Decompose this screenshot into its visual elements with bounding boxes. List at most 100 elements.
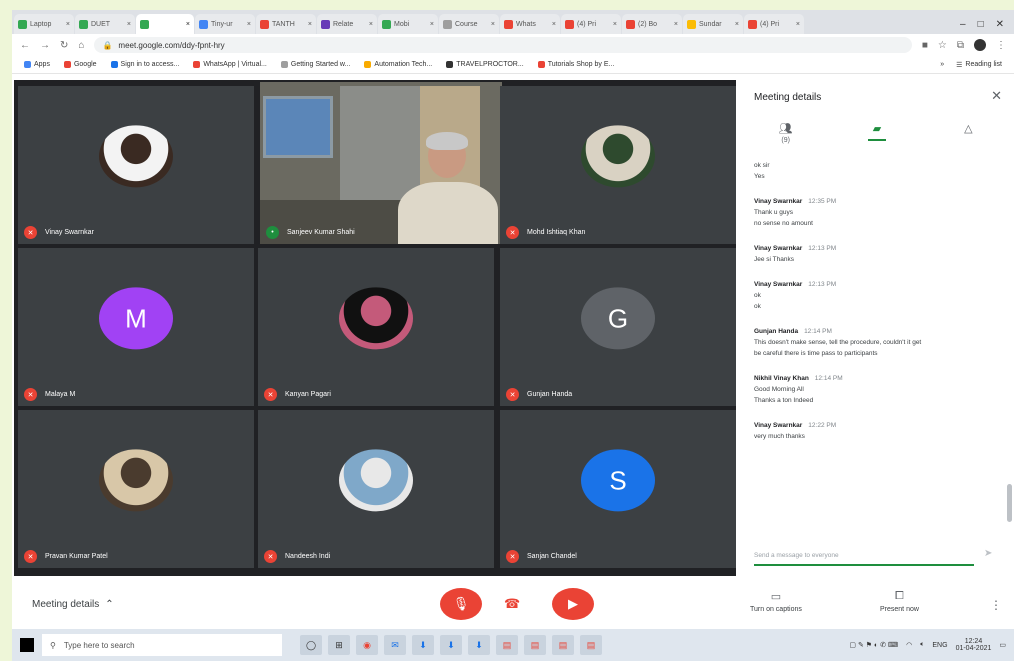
download-icon-3[interactable]: ⬇ (468, 635, 490, 655)
pdf-icon-3[interactable]: ▤ (552, 635, 574, 655)
more-bookmarks-icon[interactable]: » (940, 61, 944, 68)
volume-icon[interactable]: 🔈︎ (920, 641, 924, 649)
tab-close-icon[interactable]: × (552, 21, 556, 28)
tab-favicon-icon (687, 19, 696, 29)
bookmark-item[interactable]: Automation Tech... (364, 61, 432, 68)
tab-close-icon[interactable]: × (66, 21, 70, 28)
address-bar[interactable]: 🔒 meet.google.com/ddy-fpnt-hry (94, 37, 912, 53)
tab-close-icon[interactable]: × (491, 21, 495, 28)
profile-avatar[interactable] (974, 39, 986, 51)
chat-message: Gunjan Handa 12:14 PM This doesn't make se… (754, 326, 1004, 359)
meeting-details-button[interactable]: Meeting details ⌃ (32, 599, 114, 610)
browser-tab[interactable]: Whats × (500, 14, 560, 34)
star-icon[interactable]: ☆ (938, 40, 947, 51)
camera-indicator-icon[interactable]: ■ (922, 40, 928, 51)
participant-tile[interactable]: ✕ Pravan Kumar Patel (18, 410, 254, 568)
clock[interactable]: 12:24 01-04-2021 (956, 638, 992, 652)
notification-icon[interactable]: ▭ (999, 641, 1006, 649)
panel-tab-activities[interactable]: △ (923, 122, 1014, 152)
close-panel-icon[interactable]: ✕ (991, 88, 1002, 104)
participant-name-tag: ✕ Sanjan Chandel (506, 550, 577, 563)
participant-tile[interactable]: ✕ Nandeesh Indi (258, 410, 494, 568)
close-window-icon[interactable]: ✕ (996, 19, 1004, 30)
download-icon-2[interactable]: ⬇ (440, 635, 462, 655)
chat-scrollbar[interactable] (1007, 484, 1012, 522)
browser-tab[interactable]: DUET × (75, 14, 135, 34)
minimize-icon[interactable]: – (960, 19, 966, 30)
browser-tab[interactable]: (4) Pri × (744, 14, 804, 34)
participant-tile[interactable]: S ✕ Sanjan Chandel (500, 410, 736, 568)
chrome-icon[interactable]: ◉ (356, 635, 378, 655)
participant-name-tag: ✕ Nandeesh Indi (264, 550, 330, 563)
browser-tab[interactable]: Sundar × (683, 14, 743, 34)
participant-tile[interactable]: ✕ Mohd Ishtiaq Khan (500, 86, 736, 244)
tab-favicon-icon (199, 19, 208, 29)
mic-toggle-button[interactable]: 🎙︎ (440, 588, 482, 620)
tab-close-icon[interactable]: × (430, 21, 434, 28)
browser-tab[interactable]: TANTH × (256, 14, 316, 34)
tab-close-icon[interactable]: × (186, 21, 190, 28)
tab-close-icon[interactable]: × (247, 21, 251, 28)
browser-tab[interactable]: Relate × (317, 14, 377, 34)
download-icon[interactable]: ⬇ (412, 635, 434, 655)
participant-tile[interactable]: G ✕ Gunjan Handa (500, 248, 736, 406)
tab-close-icon[interactable]: × (674, 21, 678, 28)
bookmark-item[interactable]: Tutorials Shop by E... (537, 61, 614, 68)
tab-close-icon[interactable]: × (613, 21, 617, 28)
tab-close-icon[interactable]: × (735, 21, 739, 28)
tab-close-icon[interactable]: × (369, 21, 373, 28)
bookmark-item[interactable]: Google (63, 61, 97, 68)
participant-tile[interactable]: M ✕ Malaya M (18, 248, 254, 406)
bookmark-item[interactable]: WhatsApp | Virtual... (193, 61, 267, 68)
tab-close-icon[interactable]: × (796, 21, 800, 28)
hang-up-button[interactable]: ☎ (504, 596, 520, 612)
taskbar-search[interactable]: ⚲ Type here to search (42, 634, 282, 656)
widgets-icon[interactable]: ⊞ (328, 635, 350, 655)
forward-icon[interactable]: → (40, 40, 50, 51)
bookmark-item[interactable]: TRAVELPROCTOR... (446, 61, 524, 68)
reload-icon[interactable]: ↻ (60, 40, 68, 51)
pdf-icon-4[interactable]: ▤ (580, 635, 602, 655)
chat-message: Vinay Swarnkar 12:13 PM ok ok (754, 279, 1004, 312)
pdf-icon[interactable]: ▤ (496, 635, 518, 655)
language-indicator[interactable]: ENG (932, 642, 947, 649)
browser-tab[interactable]: Tiny-ur × (195, 14, 255, 34)
tab-close-icon[interactable]: × (127, 21, 131, 28)
back-icon[interactable]: ← (20, 40, 30, 51)
browser-tab[interactable]: Laptop × (14, 14, 74, 34)
send-icon[interactable]: ➤ (984, 548, 992, 559)
participant-tile[interactable]: ✕ Kanyan Pagari (258, 248, 494, 406)
windows-start-icon[interactable] (20, 638, 34, 652)
chat-input[interactable]: Send a message to everyone (754, 546, 974, 566)
mic-muted-icon: ✕ (264, 550, 277, 563)
panel-tab-people[interactable]: 👥︎ (9) (740, 122, 831, 152)
present-now-button[interactable]: ⧠ Present now (880, 590, 919, 613)
participant-tile[interactable]: ✕ Vinay Swarnkar (18, 86, 254, 244)
outlook-icon[interactable]: ✉ (384, 635, 406, 655)
extensions-icon[interactable]: ⧉ (957, 40, 964, 51)
tray-icons[interactable]: ▢ ✎ ⚑ ◐ ✆ ⌨ (849, 641, 898, 649)
tab-label: (4) Pri (577, 20, 597, 28)
participant-tile[interactable]: • Sanjeev Kumar Shahi (260, 82, 502, 244)
browser-tab[interactable]: × (136, 14, 194, 34)
captions-button[interactable]: ▭ Turn on captions (750, 590, 802, 613)
more-options-icon[interactable]: ⋮ (990, 598, 1002, 612)
browser-tab[interactable]: Course × (439, 14, 499, 34)
chat-time: 12:35 PM (808, 198, 837, 205)
camera-toggle-button[interactable]: ▶︎ (552, 588, 594, 620)
browser-tab[interactable]: Mobi × (378, 14, 438, 34)
home-icon[interactable]: ⌂ (78, 40, 84, 51)
menu-icon[interactable]: ⋮ (996, 40, 1006, 51)
tab-close-icon[interactable]: × (308, 21, 312, 28)
pdf-icon-2[interactable]: ▤ (524, 635, 546, 655)
task-view-icon[interactable]: ◯ (300, 635, 322, 655)
browser-tab[interactable]: (2) Bo × (622, 14, 682, 34)
panel-tab-chat[interactable]: ▰ (831, 122, 922, 152)
browser-tab[interactable]: (4) Pri × (561, 14, 621, 34)
maximize-icon[interactable]: □ (978, 19, 984, 30)
bookmark-item[interactable]: Getting Started w... (280, 61, 350, 68)
reading-list[interactable]: ☰ Reading list (956, 61, 1002, 69)
bookmark-item[interactable]: Apps (24, 61, 50, 68)
bookmark-item[interactable]: Sign in to access... (110, 61, 179, 68)
wifi-icon[interactable]: ◠ (906, 641, 912, 649)
